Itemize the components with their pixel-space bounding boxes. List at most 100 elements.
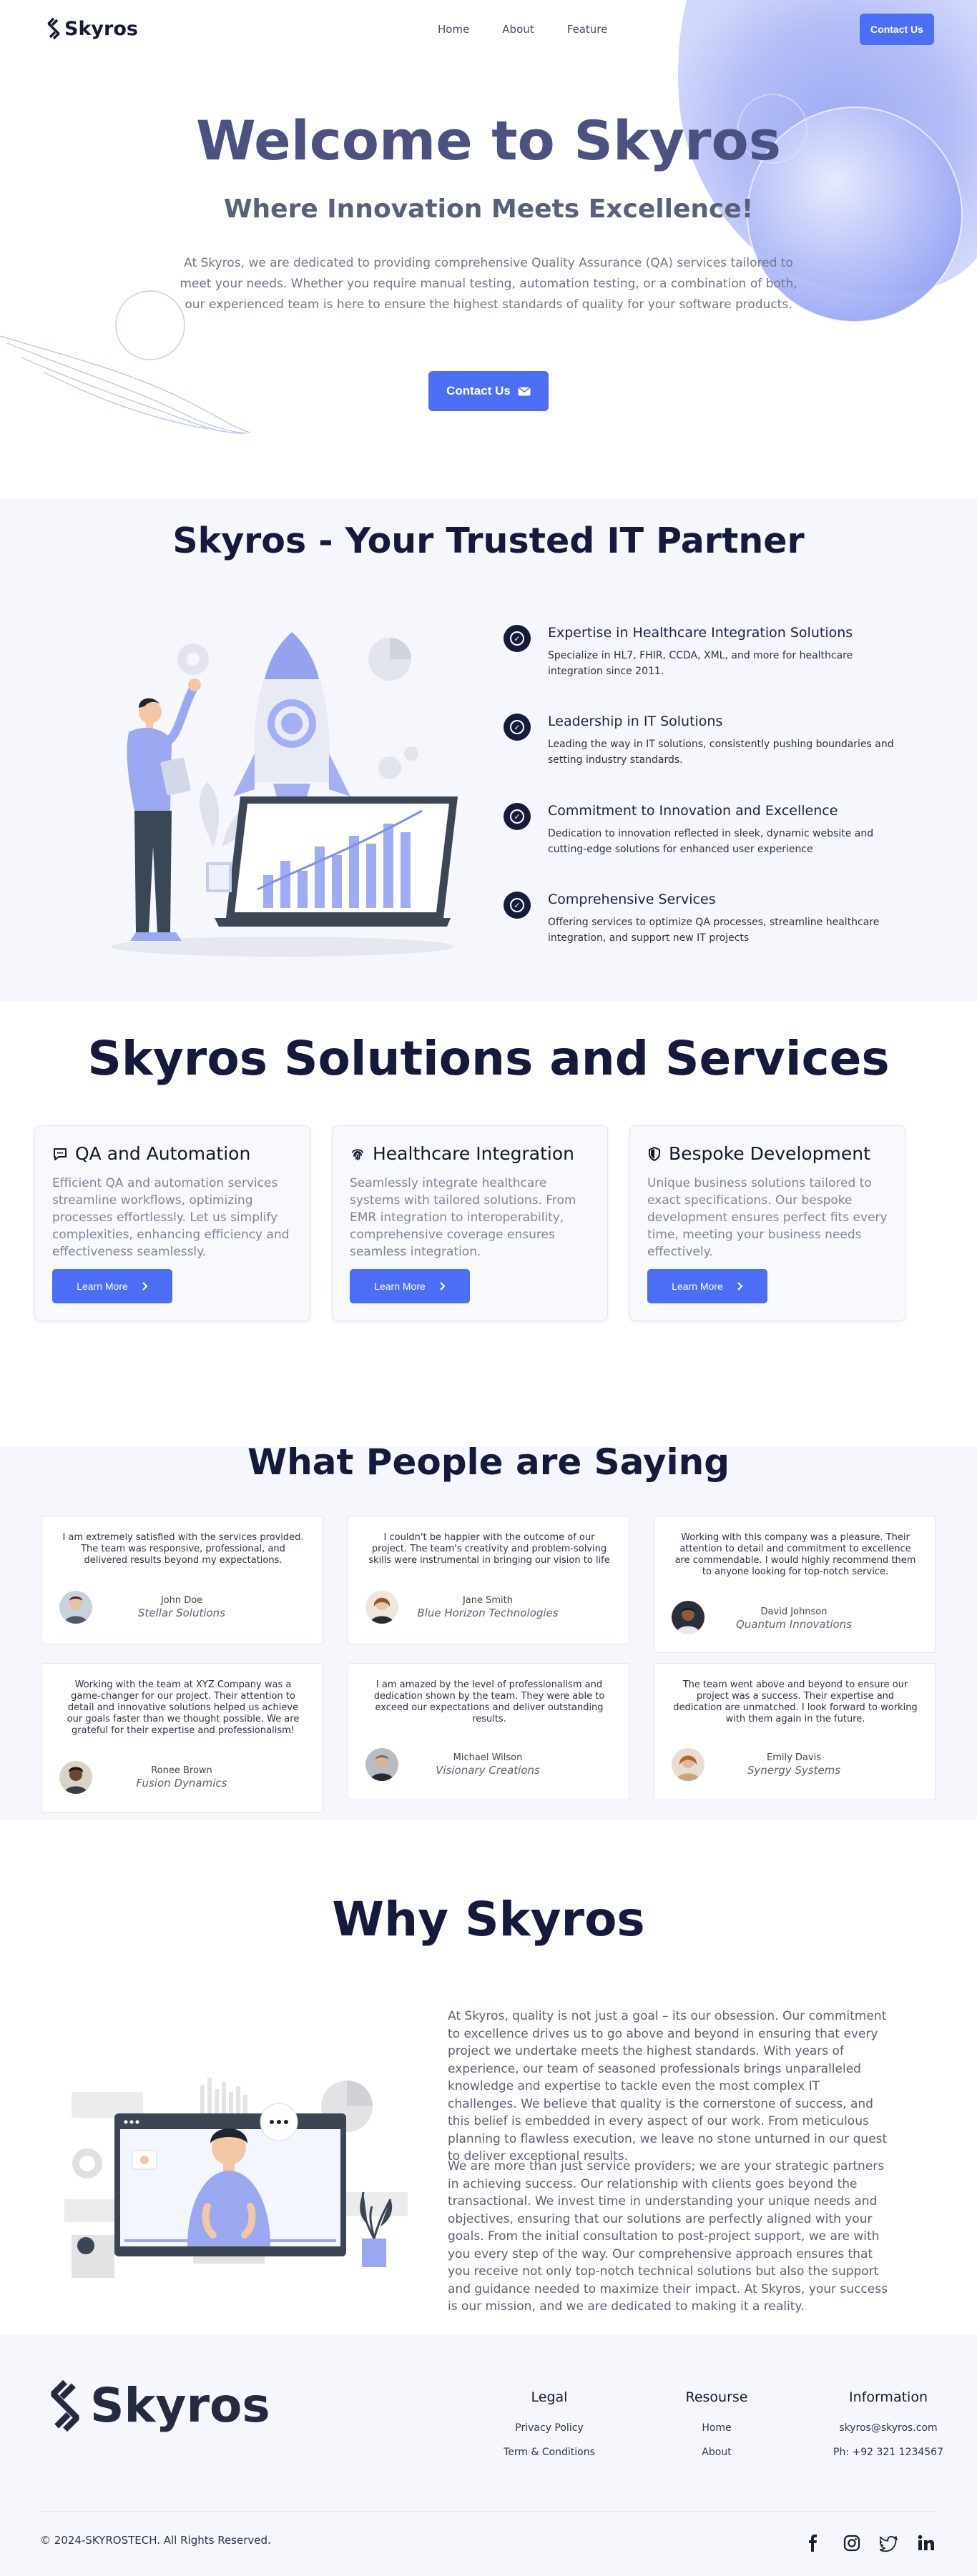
footer-divider	[40, 2511, 937, 2512]
hero-contact-button[interactable]: Contact Us	[428, 371, 549, 411]
nav-link-home[interactable]: Home	[438, 23, 469, 36]
nav-contact-button[interactable]: Contact Us	[860, 14, 934, 45]
testimonial-quote: I couldn't be happier with the outcome o…	[368, 1532, 610, 1566]
avatar	[365, 1591, 398, 1624]
testimonial-quote: I am extremely satisfied with the servic…	[62, 1532, 304, 1566]
footer-legal-title: Legal	[531, 2389, 568, 2405]
service-card-title: Healthcare Integration	[373, 1143, 574, 1164]
feature-item: ✓ Comprehensive Services Offering servic…	[504, 892, 918, 949]
facebook-icon[interactable]	[804, 2534, 823, 2552]
footer-information-title: Information	[849, 2389, 928, 2405]
footer-phone-link[interactable]: Ph: +92 321 1234567	[823, 2447, 954, 2458]
footer-logo[interactable]: Skyros	[46, 2378, 270, 2433]
chat-icon	[54, 1148, 67, 1160]
avatar	[59, 1591, 92, 1624]
service-card-text: Efficient QA and automation services str…	[52, 1176, 290, 1259]
testimonial-company: Fusion Dynamics	[136, 1777, 227, 1790]
footer-resource-title: Resourse	[685, 2389, 748, 2405]
testimonial-card: I am amazed by the level of professional…	[348, 1663, 629, 1800]
learn-more-label: Learn More	[672, 1280, 723, 1292]
testimonial-card: Working with this company was a pleasure…	[654, 1516, 936, 1653]
mail-icon	[518, 386, 531, 395]
learn-more-button[interactable]: Learn More	[647, 1269, 767, 1303]
trusted-partner-section: Skyros - Your Trusted IT Partner ✓ Exper…	[0, 499, 977, 1001]
footer-brand-name: Skyros	[90, 2378, 270, 2433]
service-card: Bespoke Development Unique business solu…	[629, 1125, 905, 1321]
feature-title: Comprehensive Services	[548, 892, 716, 907]
testimonial-name: Michael Wilson	[453, 1752, 523, 1763]
skyros-logo-icon	[51, 2379, 79, 2432]
learn-more-label: Learn More	[374, 1280, 426, 1292]
avatar	[672, 1601, 704, 1634]
footer-link-terms[interactable]: Term & Conditions	[494, 2447, 605, 2458]
learn-more-button[interactable]: Learn More	[52, 1269, 172, 1303]
testimonial-quote: The team went above and beyond to ensure…	[673, 1679, 918, 1724]
chevron-right-icon	[440, 1282, 446, 1291]
nav-links: Home About Feature	[438, 23, 607, 36]
testimonial-name: John Doe	[160, 1595, 203, 1606]
check-circle-icon: ✓	[504, 892, 531, 919]
footer-link-home[interactable]: Home	[672, 2422, 761, 2434]
service-card-heading: QA and Automation	[52, 1143, 250, 1164]
service-card: Healthcare Integration Seamlessly integr…	[332, 1125, 608, 1321]
service-card-heading: Bespoke Development	[647, 1143, 870, 1164]
testimonial-company: Visionary Creations	[436, 1764, 540, 1777]
feature-title: Leadership in IT Solutions	[548, 714, 723, 729]
why-paragraph: At Skyros, quality is not just a goal – …	[448, 2009, 888, 2163]
testimonial-name: Jane Smith	[462, 1595, 514, 1606]
testimonial-quote: Working with this company was a pleasure…	[674, 1532, 916, 1577]
testimonial-company: Quantum Innovations	[735, 1618, 852, 1631]
footer: Skyros Legal Privacy Policy Term & Condi…	[0, 2335, 977, 2576]
testimonial-quote: I am amazed by the level of professional…	[373, 1679, 605, 1724]
nav-link-feature[interactable]: Feature	[567, 23, 608, 36]
avatar	[59, 1761, 92, 1794]
twitter-icon[interactable]	[880, 2534, 898, 2552]
video-call-illustration	[64, 2078, 408, 2278]
chevron-right-icon	[142, 1282, 148, 1291]
testimonials-title: What People are Saying	[247, 1441, 730, 1483]
hero-subtitle: Where Innovation Meets Excellence!	[223, 194, 754, 224]
chevron-right-icon	[737, 1282, 743, 1291]
service-card-text: Seamlessly integrate healthcare systems …	[350, 1176, 576, 1259]
footer-link-privacy-policy[interactable]: Privacy Policy	[494, 2422, 605, 2434]
hero-background-decoration	[0, 0, 977, 434]
brand-logo[interactable]: Skyros	[46, 17, 138, 40]
feature-item: ✓ Leadership in IT Solutions Leading the…	[504, 714, 918, 771]
feature-title: Expertise in Healthcare Integration Solu…	[548, 625, 853, 641]
testimonial-card: Working with the team at XYZ Company was…	[41, 1663, 323, 1813]
instagram-icon[interactable]	[843, 2534, 861, 2552]
feature-text: Specialize in HL7, FHIR, CCDA, XML, and …	[548, 650, 853, 677]
shield-icon	[649, 1146, 660, 1161]
learn-more-label: Learn More	[77, 1280, 128, 1292]
trusted-title: Skyros - Your Trusted IT Partner	[172, 520, 805, 561]
hero-contact-label: Contact Us	[446, 384, 511, 398]
avatar	[672, 1748, 704, 1781]
learn-more-button[interactable]: Learn More	[350, 1269, 470, 1303]
service-card-title: QA and Automation	[75, 1143, 251, 1164]
why-paragraph: We are more than just service providers;…	[448, 2159, 888, 2314]
service-card: QA and Automation Efficient QA and autom…	[34, 1125, 310, 1321]
feature-title: Commitment to Innovation and Excellence	[548, 803, 838, 819]
footer-resource-column: Resourse Home About	[672, 2389, 761, 2471]
service-card-heading: Healthcare Integration	[350, 1143, 574, 1164]
feature-item: ✓ Expertise in Healthcare Integration So…	[504, 625, 918, 682]
testimonial-quote: Working with the team at XYZ Company was…	[67, 1679, 300, 1736]
testimonial-card: The team went above and beyond to ensure…	[654, 1663, 936, 1800]
testimonial-company: Synergy Systems	[747, 1764, 841, 1777]
nav-link-about[interactable]: About	[502, 23, 534, 36]
linkedin-icon[interactable]	[917, 2534, 936, 2552]
feature-text: Offering services to optimize QA process…	[548, 917, 880, 944]
service-card-text: Unique business solutions tailored to ex…	[647, 1176, 888, 1259]
skyros-logo-icon	[47, 17, 60, 40]
footer-email-link[interactable]: skyros@skyros.com	[823, 2422, 954, 2434]
hero-title: Welcome to Skyros	[196, 109, 781, 172]
feature-text: Dedication to innovation reflected in sl…	[548, 828, 874, 855]
testimonial-name: David Johnson	[760, 1607, 828, 1617]
footer-legal-column: Legal Privacy Policy Term & Conditions	[494, 2389, 605, 2471]
footer-link-about[interactable]: About	[672, 2447, 761, 2458]
testimonial-card: I am extremely satisfied with the servic…	[41, 1516, 323, 1644]
check-circle-icon: ✓	[504, 625, 531, 652]
testimonial-name: Emily Davis	[767, 1752, 821, 1763]
testimonial-company: Blue Horizon Technologies	[417, 1607, 559, 1619]
service-card-title: Bespoke Development	[669, 1143, 870, 1164]
